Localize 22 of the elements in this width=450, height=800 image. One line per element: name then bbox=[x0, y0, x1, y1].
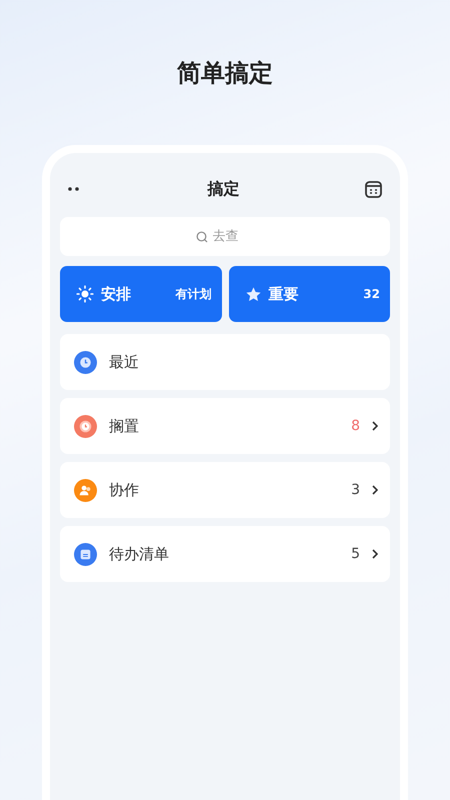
search-icon bbox=[196, 230, 208, 242]
headline: 简单搞定 bbox=[177, 58, 273, 89]
star-icon bbox=[244, 286, 262, 302]
chevron-icon bbox=[372, 421, 378, 431]
list-row[interactable]: 协作 3 bbox=[60, 462, 390, 518]
screen-title: 搞定 bbox=[208, 178, 240, 200]
category-tile[interactable]: 安排 有计划 bbox=[60, 266, 222, 322]
list-row[interactable]: 搁置 8 bbox=[60, 398, 390, 454]
search-field[interactable]: 去查 bbox=[60, 217, 390, 256]
search-input[interactable]: 去查 bbox=[210, 228, 254, 245]
list-row[interactable]: 待办清单 5 bbox=[60, 526, 390, 582]
sun-icon bbox=[76, 285, 94, 303]
more-icon[interactable] bbox=[68, 187, 82, 191]
list-icon bbox=[74, 542, 97, 566]
clock-icon bbox=[74, 350, 97, 374]
chevron-icon bbox=[372, 549, 378, 559]
list-row[interactable]: 最近 bbox=[60, 334, 390, 390]
chevron-icon bbox=[372, 485, 378, 495]
alarm-icon bbox=[74, 414, 97, 438]
category-tile[interactable]: 重要 32 bbox=[228, 266, 390, 322]
people-icon bbox=[74, 478, 97, 502]
calendar-icon[interactable] bbox=[365, 180, 382, 198]
